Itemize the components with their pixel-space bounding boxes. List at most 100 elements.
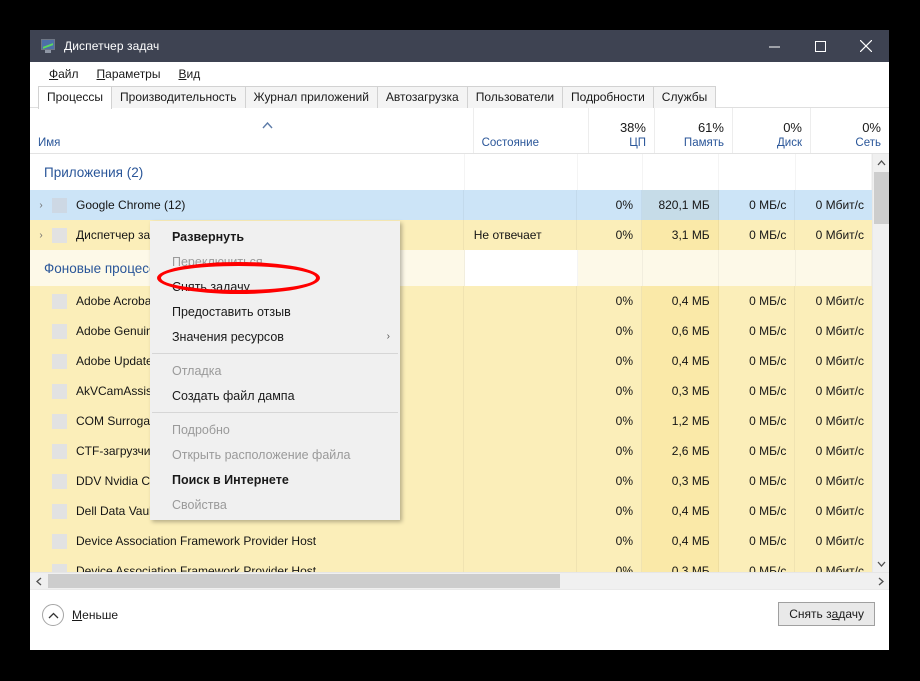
table-row[interactable]: › Google Chrome (12) 0% 820,1 МБ 0 МБ/с 0 Мби…	[30, 190, 872, 220]
tab-app-history[interactable]: Журнал приложений	[244, 86, 378, 108]
column-pct-memory: 61%	[697, 120, 724, 135]
group-spacer-cell	[719, 250, 796, 286]
scroll-left-icon[interactable]	[30, 573, 47, 589]
group-spacer-cell	[795, 154, 872, 190]
column-pct-cpu: 38%	[619, 120, 646, 135]
process-cpu-cell: 0%	[576, 316, 642, 346]
scroll-right-icon[interactable]	[872, 573, 889, 589]
menu-item-file[interactable]: Файл	[40, 64, 88, 84]
fewer-details-button[interactable]: Меньше	[42, 604, 118, 626]
context-menu-separator	[152, 412, 398, 413]
tab-details[interactable]: Подробности	[562, 86, 654, 108]
context-menu-item-label: Свойства	[172, 497, 227, 512]
context-menu-item[interactable]: Развернуть	[150, 224, 400, 249]
process-app-icon	[52, 383, 67, 399]
column-label-network: Сеть	[855, 137, 881, 149]
end-task-label-a: Снять з	[789, 607, 832, 621]
horizontal-scrollbar[interactable]	[30, 572, 889, 589]
process-state-cell	[463, 286, 577, 316]
horizontal-scrollbar-thumb[interactable]	[48, 574, 560, 588]
maximize-icon[interactable]	[797, 30, 843, 62]
column-header-state[interactable]: Состояние	[474, 108, 589, 153]
column-header-disk[interactable]: 0% Диск	[733, 108, 811, 153]
column-pct-network: 0%	[862, 120, 881, 135]
fewer-details-label: Меньше	[72, 608, 118, 622]
minimize-icon[interactable]	[751, 30, 797, 62]
process-cpu-cell: 0%	[576, 436, 642, 466]
process-memory-cell: 0,3 МБ	[642, 376, 719, 406]
column-header-name[interactable]: Имя	[30, 108, 474, 153]
column-label-state: Состояние	[481, 137, 539, 149]
tab-users[interactable]: Пользователи	[466, 86, 564, 108]
process-state-cell	[463, 316, 577, 346]
process-app-icon	[52, 353, 67, 369]
window-controls	[751, 30, 889, 62]
menu-item-options[interactable]: Параметры	[88, 64, 170, 84]
process-state-cell	[463, 466, 577, 496]
process-memory-cell: 1,2 МБ	[642, 406, 719, 436]
process-net-cell: 0 Мбит/с	[795, 220, 872, 250]
process-cpu-cell: 0%	[576, 526, 642, 556]
process-cpu-cell: 0%	[576, 496, 642, 526]
expand-chevron-icon[interactable]: ›	[30, 230, 52, 241]
menu-item-view[interactable]: Вид	[169, 64, 209, 84]
table-row[interactable]: Device Association Framework Provider Ho…	[30, 556, 872, 572]
process-group-row[interactable]: Приложения (2)	[30, 154, 872, 190]
process-state-cell	[463, 346, 577, 376]
process-cpu-cell: 0%	[576, 556, 642, 572]
close-icon[interactable]	[843, 30, 889, 62]
group-spacer-cell	[577, 250, 643, 286]
process-memory-cell: 0,6 МБ	[642, 316, 719, 346]
column-header-memory[interactable]: 61% Память	[655, 108, 733, 153]
tab-performance[interactable]: Производительность	[111, 86, 246, 108]
process-name-label: Device Association Framework Provider Ho…	[76, 564, 317, 572]
title-bar: Диспетчер задач	[30, 30, 889, 62]
context-menu-item[interactable]: Создать файл дампа	[150, 383, 400, 408]
process-name-cell[interactable]: Device Association Framework Provider Ho…	[30, 526, 464, 556]
scroll-up-icon[interactable]	[873, 154, 889, 171]
menu-item-file-rest: айл	[58, 67, 79, 81]
process-disk-cell: 0 МБ/с	[718, 556, 796, 572]
table-row[interactable]: Device Association Framework Provider Ho…	[30, 526, 872, 556]
context-menu: Развернуть Переключиться Снять задачу Предо…	[150, 221, 400, 520]
process-cpu-cell: 0%	[576, 346, 642, 376]
process-net-cell: 0 Мбит/с	[795, 346, 872, 376]
tab-processes[interactable]: Процессы	[38, 86, 113, 109]
column-header-cpu[interactable]: 38% ЦП	[589, 108, 655, 153]
context-menu-item[interactable]: Поиск в Интернете	[150, 467, 400, 492]
end-task-button[interactable]: Снять з а дачу	[778, 602, 875, 626]
process-state-cell	[463, 496, 577, 526]
process-state-cell	[463, 436, 577, 466]
process-disk-cell: 0 МБ/с	[718, 346, 796, 376]
column-label-memory: Память	[683, 137, 724, 149]
group-spacer-cell	[464, 154, 578, 190]
context-menu-item[interactable]: Значения ресурсов ›	[150, 324, 400, 349]
process-cpu-cell: 0%	[576, 376, 642, 406]
vertical-scrollbar-thumb[interactable]	[874, 172, 889, 224]
process-net-cell: 0 Мбит/с	[795, 526, 872, 556]
column-header-network[interactable]: 0% Сеть	[811, 108, 889, 153]
process-state-cell: Не отвечает	[463, 220, 577, 250]
process-cpu-cell: 0%	[576, 406, 642, 436]
process-name-cell[interactable]: Device Association Framework Provider Ho…	[30, 556, 464, 572]
process-cpu-cell: 0%	[576, 466, 642, 496]
tab-startup[interactable]: Автозагрузка	[376, 86, 468, 108]
process-memory-cell: 0,4 МБ	[642, 526, 719, 556]
scroll-down-icon[interactable]	[873, 555, 889, 572]
process-app-icon	[52, 293, 67, 309]
process-name-cell[interactable]: › Google Chrome (12)	[30, 190, 464, 220]
process-app-icon	[52, 323, 67, 339]
process-disk-cell: 0 МБ/с	[718, 316, 796, 346]
context-menu-item[interactable]: Снять задачу	[150, 274, 400, 299]
context-menu-item-label: Отладка	[172, 363, 222, 378]
process-memory-cell: 0,4 МБ	[642, 346, 719, 376]
group-spacer-cell	[464, 250, 578, 286]
column-label-disk: Диск	[777, 137, 802, 149]
tab-services[interactable]: Службы	[652, 86, 717, 108]
expand-chevron-icon[interactable]: ›	[30, 200, 52, 211]
context-menu-item[interactable]: Предоставить отзыв	[150, 299, 400, 324]
context-menu-item-label: Переключиться	[172, 254, 263, 269]
process-disk-cell: 0 МБ/с	[718, 526, 796, 556]
vertical-scrollbar[interactable]	[872, 154, 889, 572]
process-net-cell: 0 Мбит/с	[795, 466, 872, 496]
